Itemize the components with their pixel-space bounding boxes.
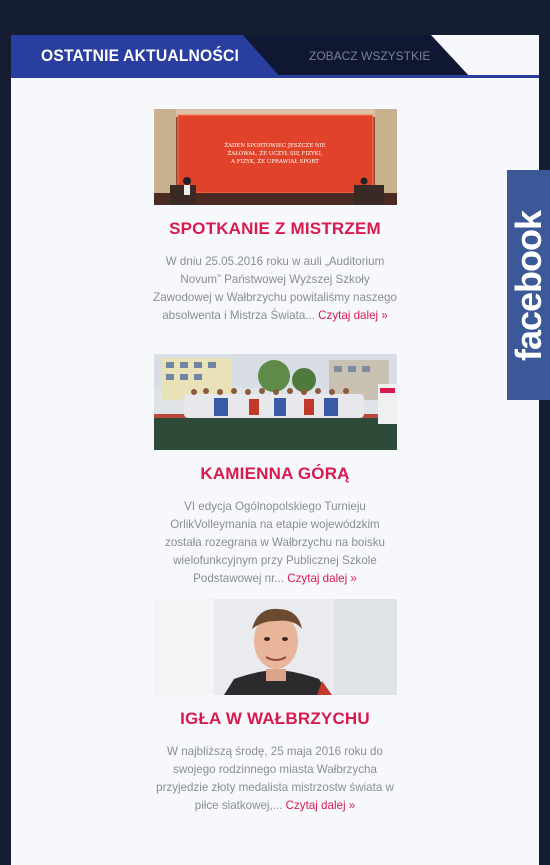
portrait-image [153,599,397,695]
news-excerpt: VI edycja Ogólnopolskiego Turnieju Orlik… [153,498,398,588]
facebook-label: facebook [508,210,549,362]
news-image-next[interactable] [154,844,397,850]
news-item [11,844,539,850]
tab-latest-news[interactable]: OSTATNIE AKTUALNOŚCI [11,35,281,78]
news-excerpt-text: W najbliższą środę, 25 maja 2016 roku do… [156,745,394,812]
news-widget: ZOBACZ WSZYSTKIE OSTATNIE AKTUALNOŚCI ŻA… [11,35,539,865]
lecture-hall-image: ŻADEN SPORTOWIEC JESZCZE NIE ŻAŁOWAŁ, ŻE… [153,109,397,205]
news-title[interactable]: KAMIENNA GÓRĄ [11,464,539,484]
tab-see-all-label: ZOBACZ WSZYSTKIE [309,49,431,63]
read-more-link[interactable]: Czytaj dalej » [286,799,356,812]
news-excerpt: W najbliższą środę, 25 maja 2016 roku do… [153,743,398,815]
read-more-link[interactable]: Czytaj dalej » [287,572,357,585]
slide-line-3: A FIZYK, ŻE UPRAWIAŁ SPORT [230,158,319,165]
tab-underline [11,75,539,78]
tournament-group-image [153,354,397,450]
slide-line-1: ŻADEN SPORTOWIEC JESZCZE NIE [224,142,325,149]
tab-latest-news-label: OSTATNIE AKTUALNOŚCI [41,46,240,65]
read-more-link[interactable]: Czytaj dalej » [318,309,388,322]
news-title[interactable]: SPOTKANIE Z MISTRZEM [11,219,539,239]
news-item: ŻADEN SPORTOWIEC JESZCZE NIE ŻAŁOWAŁ, ŻE… [11,109,539,325]
news-excerpt: W dniu 25.05.2016 roku w auli „Auditoriu… [153,253,398,325]
news-image-tournament[interactable] [153,354,397,450]
news-item: KAMIENNA GÓRĄ VI edycja Ogólnopolskiego … [11,354,539,588]
news-image-portrait[interactable] [153,599,397,695]
tab-bar: ZOBACZ WSZYSTKIE OSTATNIE AKTUALNOŚCI [11,35,539,78]
facebook-tab[interactable]: facebook [507,170,550,400]
news-title[interactable]: IGŁA W WAŁBRZYCHU [11,709,539,729]
news-item: IGŁA W WAŁBRZYCHU W najbliższą środę, 25… [11,599,539,815]
slide-line-2: ŻAŁOWAŁ, ŻE UCZYŁ SIĘ FIZYKI, [227,150,322,157]
news-image-lecture[interactable]: ŻADEN SPORTOWIEC JESZCZE NIE ŻAŁOWAŁ, ŻE… [153,109,397,205]
